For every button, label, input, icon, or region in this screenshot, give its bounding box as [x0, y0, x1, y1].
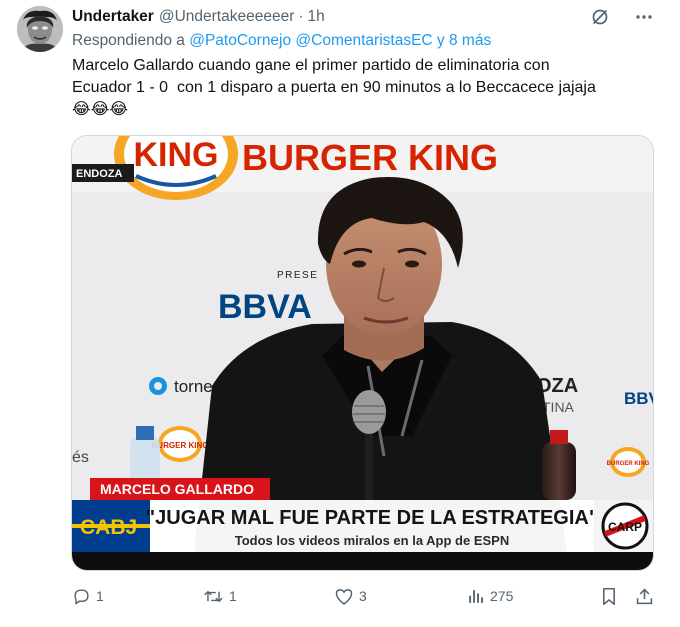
- replying-to: Respondiendo a @PatoCornejo @Comentarist…: [72, 32, 491, 50]
- bbva-logo-right: BBV: [624, 389, 654, 408]
- retweet-icon: [204, 590, 223, 602]
- location-tag: ENDOZA: [76, 168, 123, 180]
- tweet-top-actions: [590, 7, 654, 27]
- grok-icon[interactable]: [590, 7, 610, 27]
- like-button[interactable]: 3: [334, 584, 367, 608]
- svg-text:BURGER KING: BURGER KING: [152, 441, 209, 450]
- club-logo-right: CARP: [608, 520, 642, 534]
- svg-text:torne: torne: [174, 377, 213, 396]
- separator-dot: ·: [298, 8, 304, 25]
- replying-to-mentions[interactable]: @PatoCornejo @ComentaristasEC y 8 más: [189, 32, 491, 49]
- replying-to-label: Respondiendo a: [72, 32, 185, 49]
- lower-third-name: MARCELO GALLARDO: [100, 481, 254, 497]
- press-conference-photo: KING BURGER KING ENDOZA PRESE BBVA torne…: [72, 136, 654, 570]
- club-logo-left: CABJ: [80, 516, 137, 539]
- share-icon: [636, 587, 653, 604]
- bbva-logo: BBVA: [218, 288, 312, 326]
- display-name[interactable]: Undertaker: [72, 8, 154, 26]
- tweet-text-line-1: Marcelo Gallardo cuando gane el primer p…: [72, 57, 550, 74]
- tweet-action-bar: 1 1 3 275: [72, 584, 662, 608]
- share-button[interactable]: [635, 584, 654, 608]
- tweet-emojis: 😂😂😂: [72, 101, 129, 118]
- reply-button[interactable]: 1: [72, 584, 104, 608]
- user-handle[interactable]: @Undertakeeeeeer: [159, 8, 295, 26]
- tweet: Undertaker @Undertakeeeeeer · 1h Respond…: [0, 0, 680, 627]
- lower-third-headline: "JUGAR MAL FUE PARTE DE LA ESTRATEGIA": [146, 507, 599, 529]
- lower-third-subline: Todos los videos miralos en la App de ES…: [235, 533, 510, 548]
- retweet-button[interactable]: 1: [203, 584, 237, 608]
- bookmark-icon: [603, 587, 615, 605]
- svg-text:BURGER KING: BURGER KING: [607, 461, 650, 467]
- svg-text:KING: KING: [134, 136, 219, 174]
- bookmark-button[interactable]: [600, 584, 618, 608]
- views-button[interactable]: 275: [466, 584, 513, 608]
- avatar[interactable]: [17, 6, 63, 52]
- views-count: 275: [490, 588, 514, 604]
- reply-count: 1: [96, 588, 104, 604]
- tweet-header: Undertaker @Undertakeeeeeer · 1h: [72, 6, 325, 28]
- avatar-image: [17, 6, 63, 52]
- timestamp[interactable]: 1h: [308, 8, 325, 26]
- partial-sponsor-left: és: [72, 449, 89, 466]
- presents-label: PRESE: [277, 270, 318, 281]
- torneos-logo: torne: [149, 377, 213, 396]
- views-chart-icon: [469, 589, 483, 603]
- retweet-count: 1: [229, 588, 237, 604]
- heart-icon: [335, 588, 353, 605]
- like-count: 3: [359, 588, 367, 604]
- sponsor-right-2: TINA: [542, 399, 575, 415]
- tweet-media-image[interactable]: KING BURGER KING ENDOZA PRESE BBVA torne…: [71, 135, 654, 571]
- more-options-icon[interactable]: [634, 7, 654, 27]
- tweet-text: Marcelo Gallardo cuando gane el primer p…: [72, 55, 662, 121]
- sponsor-banner: BURGER KING: [242, 137, 498, 178]
- reply-icon: [74, 588, 89, 604]
- tweet-text-line-2: Ecuador 1 - 0 con 1 disparo a puerta en …: [72, 79, 596, 96]
